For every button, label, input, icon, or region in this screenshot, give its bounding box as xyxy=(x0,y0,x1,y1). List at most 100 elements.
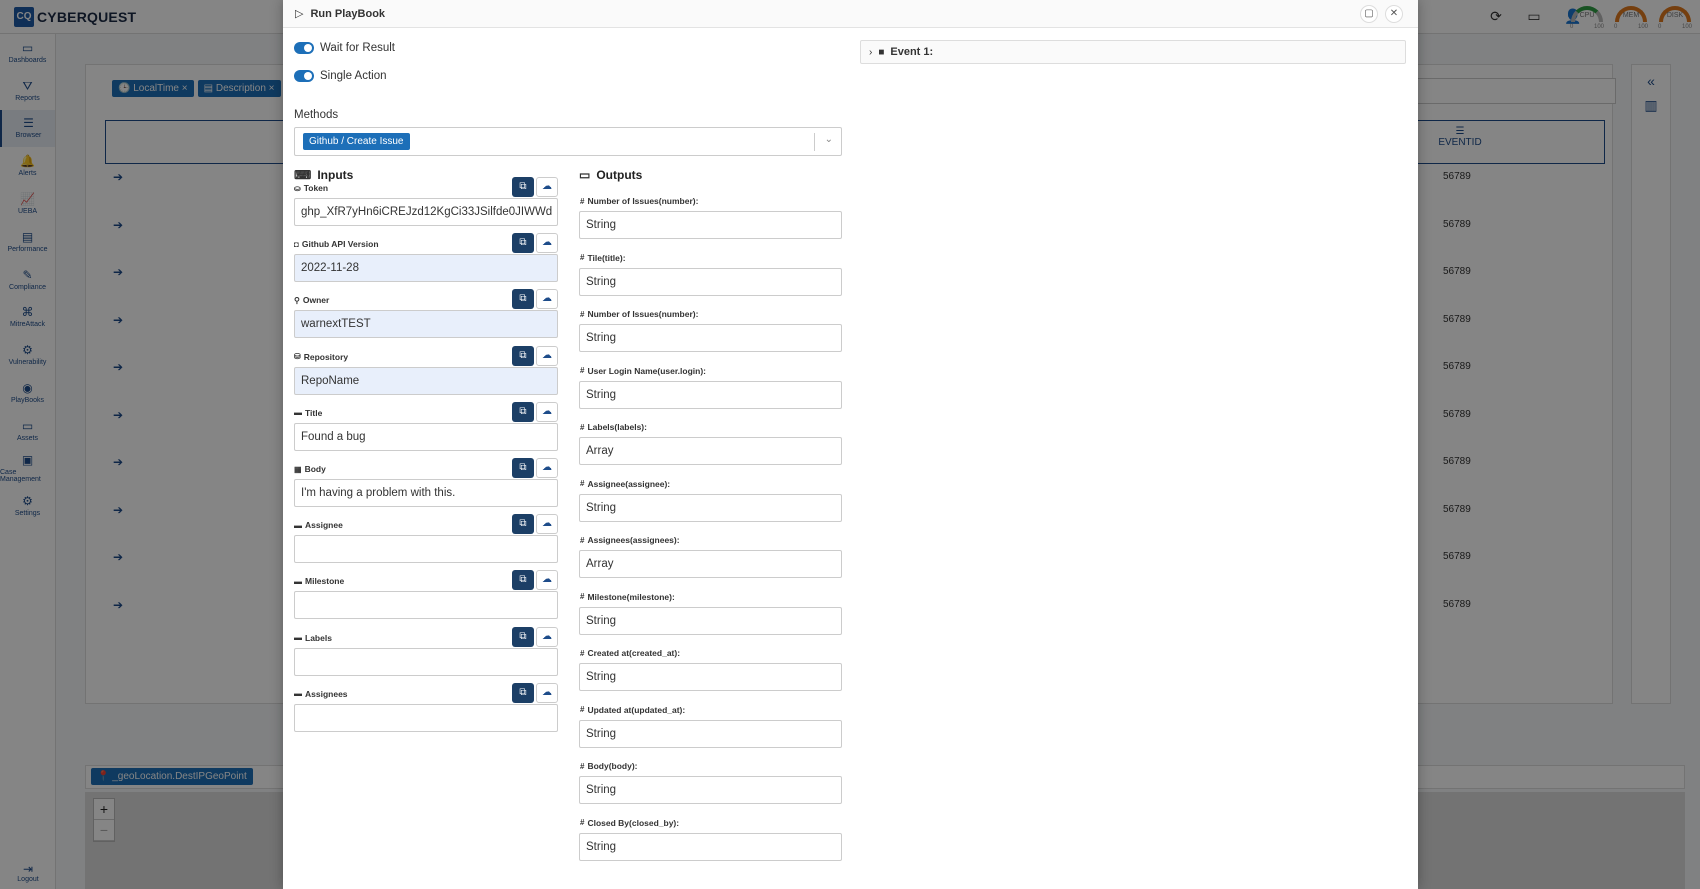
cloud-button[interactable]: ☁ xyxy=(536,233,558,254)
output-label-text: Number of Issues(number): xyxy=(587,309,699,319)
output-label-text: User Login Name(user.login): xyxy=(587,365,706,376)
milestone-field-icon: ▬ xyxy=(294,576,302,586)
cloud-button[interactable]: ☁ xyxy=(536,514,558,535)
input-label-token: ⛀ Token xyxy=(294,183,328,193)
output-type-field[interactable]: String xyxy=(579,380,842,409)
input-labels[interactable] xyxy=(294,647,558,676)
output-type-field[interactable]: String xyxy=(579,663,842,691)
hash-icon: # xyxy=(580,479,585,488)
run-playbook-modal: ▷ Run PlayBook ▢ ✕ Wait for Result Singl… xyxy=(283,0,1418,889)
input-label-text: Repository xyxy=(303,351,349,362)
event-panel[interactable]: › ■ Event 1: xyxy=(860,40,1406,64)
methods-label: Methods xyxy=(294,109,339,121)
wait-for-result-toggle[interactable] xyxy=(294,42,314,54)
single-action-label: Single Action xyxy=(320,70,387,82)
cloud-button[interactable]: ☁ xyxy=(536,345,558,366)
hash-icon: # xyxy=(580,818,585,827)
cloud-button[interactable]: ☁ xyxy=(536,570,558,591)
capture-button[interactable]: ⧉ xyxy=(512,458,534,478)
cloud-button[interactable]: ☁ xyxy=(536,289,558,310)
input-label-owner: ⚲ Owner xyxy=(294,295,329,305)
output-label-text: Assignee(assignee): xyxy=(587,478,671,489)
output-type-field[interactable]: Array xyxy=(579,437,842,465)
body-field-icon: ▦ xyxy=(294,464,302,474)
input-label-text: Assignees xyxy=(305,688,348,699)
input-token[interactable]: ghp_XfR7yHn6iCREJzd12KgCi33JSilfde0JIWWd xyxy=(294,198,558,226)
input-label-assignees: ▬ Assignees xyxy=(294,689,348,699)
input-title[interactable]: Found a bug xyxy=(294,422,558,451)
wait-for-result-label: Wait for Result xyxy=(320,42,395,54)
output-label: # Assignee(assignee): xyxy=(580,479,670,489)
title-field-icon: ▬ xyxy=(294,408,302,418)
input-github-api-version[interactable]: 2022-11-28 xyxy=(294,254,558,283)
hash-icon: # xyxy=(580,535,585,545)
capture-button[interactable]: ⧉ xyxy=(512,345,534,366)
capture-button[interactable]: ⧉ xyxy=(512,514,534,535)
cloud-button[interactable]: ☁ xyxy=(536,177,558,197)
output-label: # Created at(created_at): xyxy=(580,648,680,658)
input-label-github-api-version: ◘ Github API Version xyxy=(294,239,379,249)
output-type-field[interactable]: String xyxy=(579,324,842,352)
output-type-field[interactable]: Array xyxy=(579,550,842,578)
input-label-text: Token xyxy=(303,183,329,193)
hash-icon: # xyxy=(580,253,585,262)
output-label-text: Milestone(milestone): xyxy=(587,591,675,602)
cloud-button[interactable]: ☁ xyxy=(536,682,558,703)
methods-select[interactable]: Github / Create Issue ⌄ xyxy=(294,127,842,156)
cloud-button[interactable]: ☁ xyxy=(536,458,558,478)
hash-icon: # xyxy=(580,648,585,658)
input-owner[interactable]: warnextTEST xyxy=(294,310,558,339)
labels-field-icon: ▬ xyxy=(294,633,302,643)
chevron-down-icon[interactable]: ⌄ xyxy=(825,134,833,145)
output-label: # Body(body): xyxy=(580,761,638,771)
output-label-text: Created at(created_at): xyxy=(587,648,681,658)
close-button[interactable]: ✕ xyxy=(1385,5,1403,23)
output-type-field[interactable]: String xyxy=(579,493,842,522)
chevron-right-icon[interactable]: › xyxy=(869,47,872,58)
input-label-text: Owner xyxy=(302,295,330,306)
capture-button[interactable]: ⧉ xyxy=(512,289,534,310)
output-label: # Milestone(milestone): xyxy=(580,592,675,602)
input-label-text: Labels xyxy=(305,632,332,643)
capture-button[interactable]: ⧉ xyxy=(512,177,534,197)
input-milestone[interactable] xyxy=(294,591,558,620)
capture-button[interactable]: ⧉ xyxy=(512,233,534,254)
output-type-field[interactable]: String xyxy=(579,211,842,239)
hash-icon: # xyxy=(580,705,585,714)
capture-button[interactable]: ⧉ xyxy=(512,626,534,647)
output-type-field[interactable]: String xyxy=(579,267,842,296)
output-type-field[interactable]: String xyxy=(579,606,842,635)
output-type-field[interactable]: String xyxy=(579,719,842,748)
method-chip[interactable]: Github / Create Issue xyxy=(303,133,410,150)
wait-for-result-row: Wait for Result xyxy=(294,42,395,54)
cloud-button[interactable]: ☁ xyxy=(536,626,558,647)
input-label-title: ▬ Title xyxy=(294,408,322,418)
capture-button[interactable]: ⧉ xyxy=(512,401,534,422)
outputs-title: Outputs xyxy=(596,168,643,182)
hash-icon: # xyxy=(580,422,585,432)
cloud-button[interactable]: ☁ xyxy=(536,401,558,422)
output-type-field[interactable]: String xyxy=(579,832,842,861)
event-title: Event 1: xyxy=(890,46,934,58)
maximize-button[interactable]: ▢ xyxy=(1360,5,1378,23)
capture-button[interactable]: ⧉ xyxy=(512,682,534,703)
play-icon: ▷ xyxy=(295,8,304,20)
output-label-text: Number of Issues(number): xyxy=(587,196,699,206)
input-repository[interactable]: RepoName xyxy=(294,366,558,395)
outputs-section-title: ▭ Outputs xyxy=(579,168,642,182)
maximize-icon: ▢ xyxy=(1364,8,1374,19)
output-label-text: Labels(labels): xyxy=(587,422,647,432)
close-icon: ✕ xyxy=(1389,8,1399,19)
input-label-milestone: ▬ Milestone xyxy=(294,576,344,586)
input-label-body: ▦ Body xyxy=(294,464,326,474)
keyboard-icon: ⌨ xyxy=(294,168,312,182)
input-body[interactable]: I'm having a problem with this. xyxy=(294,479,558,507)
output-label: # Closed By(closed_by): xyxy=(580,818,679,828)
output-type-field[interactable]: String xyxy=(579,776,842,804)
input-assignees[interactable] xyxy=(294,703,558,732)
capture-button[interactable]: ⧉ xyxy=(512,570,534,591)
input-assignee[interactable] xyxy=(294,535,558,564)
single-action-toggle[interactable] xyxy=(294,70,314,82)
assignee-field-icon: ▬ xyxy=(294,520,302,530)
hash-icon: # xyxy=(580,592,585,601)
